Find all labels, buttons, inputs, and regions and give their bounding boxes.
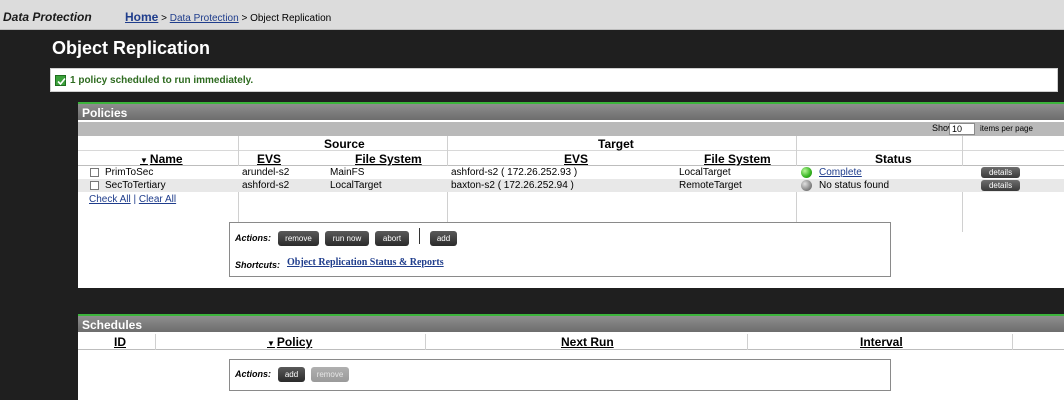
status-complete-link[interactable]: Complete [819,167,862,178]
policies-panel: Policies Show 10 items per page Source T… [78,102,1064,288]
remove-button[interactable]: remove [278,231,319,246]
status-grey-icon [801,180,812,191]
policies-panel-title: Policies [78,102,1064,120]
status-column-header: Status [875,152,912,166]
schedules-panel: Schedules ID ▼ Policy Next Run Interval A… [78,314,1064,400]
shortcuts-label: Shortcuts: [235,260,280,270]
add-schedule-button[interactable]: add [278,367,305,382]
breadcrumb-separator: > [241,13,248,24]
column-header-row: ▼ Name EVS File System EVS File System St… [78,151,1064,166]
column-divider [1012,334,1013,350]
status-text: No status found [819,180,890,191]
check-links: Check All | Clear All [89,194,176,205]
policy-column-label: Policy [276,335,313,349]
column-divider [425,334,426,350]
column-divider [155,334,156,350]
schedules-panel-title: Schedules [78,314,1064,332]
run-now-button[interactable]: run now [325,231,369,246]
target-group-header: Target [598,137,634,151]
actions-label: Actions: [235,369,271,379]
status-reports-shortcut-link[interactable]: Object Replication Status & Reports [287,257,444,268]
success-message-text: 1 policy scheduled to run immediately. [70,75,254,86]
source-file-system: MainFS [330,167,365,178]
policy-column-header[interactable]: ▼ Policy [267,335,312,349]
name-column-label: Name [149,152,183,166]
target-evs-column-header[interactable]: EVS [564,152,588,166]
source-evs: arundel-s2 [242,167,290,178]
details-button[interactable]: details [981,167,1020,178]
source-file-system: LocalTarget [330,180,382,191]
items-per-page-input[interactable]: 10 [949,123,975,135]
check-icon [55,75,66,86]
row-checkbox[interactable] [90,181,99,190]
next-run-column-header[interactable]: Next Run [561,335,614,349]
policy-name: SecToTertiary [105,180,166,191]
abort-button[interactable]: abort [375,231,409,246]
policies-actions-box: Actions: remove run now abort add Shortc… [229,222,891,277]
source-group-header: Source [324,137,365,151]
target-evs: baxton-s2 ( 172.26.252.94 ) [451,180,574,191]
items-per-page-label: items per page [980,124,1033,133]
sort-down-icon: ▼ [267,339,275,348]
row-checkbox[interactable] [90,168,99,177]
schedules-actions-box: Actions: add remove [229,359,891,391]
breadcrumb-home-link[interactable]: Home [125,10,158,24]
target-evs: ashford-s2 ( 172.26.252.93 ) [451,167,578,178]
target-file-system: RemoteTarget [679,180,742,191]
breadcrumb-bar: Data Protection Home > Data Protection >… [0,0,1064,30]
breadcrumb-current: Object Replication [250,13,332,24]
column-group-header: Source Target [78,136,1064,151]
table-row: SecToTertiary ashford-s2 LocalTarget bax… [78,179,1064,192]
id-column-header[interactable]: ID [114,335,126,349]
breadcrumb: Home > Data Protection > Object Replicat… [125,10,331,24]
page-title: Object Replication [52,38,211,58]
pagination-bar: Show 10 items per page [78,122,1064,136]
details-button[interactable]: details [981,180,1020,191]
actions-label: Actions: [235,233,271,243]
actions-divider [419,228,420,244]
clear-all-link[interactable]: Clear All [139,194,176,205]
add-button[interactable]: add [430,231,457,246]
success-message-bar: 1 policy scheduled to run immediately. [50,68,1058,92]
target-file-system-column-header[interactable]: File System [704,152,771,166]
interval-column-header[interactable]: Interval [860,335,903,349]
source-file-system-column-header[interactable]: File System [355,152,422,166]
schedules-column-header-row: ID ▼ Policy Next Run Interval [78,334,1064,350]
status-green-icon [801,167,812,178]
breadcrumb-separator: > [161,13,167,24]
source-evs-column-header[interactable]: EVS [257,152,281,166]
check-all-link[interactable]: Check All [89,194,131,205]
section-label: Data Protection [3,10,92,24]
target-file-system: LocalTarget [679,167,731,178]
source-evs: ashford-s2 [242,180,290,191]
policy-name: PrimToSec [105,167,154,178]
sort-down-icon: ▼ [140,156,148,165]
column-divider [747,334,748,350]
remove-schedule-button[interactable]: remove [311,367,349,382]
breadcrumb-data-protection-link[interactable]: Data Protection [170,13,239,24]
name-column-header[interactable]: ▼ Name [140,152,183,166]
table-row: PrimToSec arundel-s2 MainFS ashford-s2 (… [78,166,1064,179]
link-separator: | [133,194,137,205]
